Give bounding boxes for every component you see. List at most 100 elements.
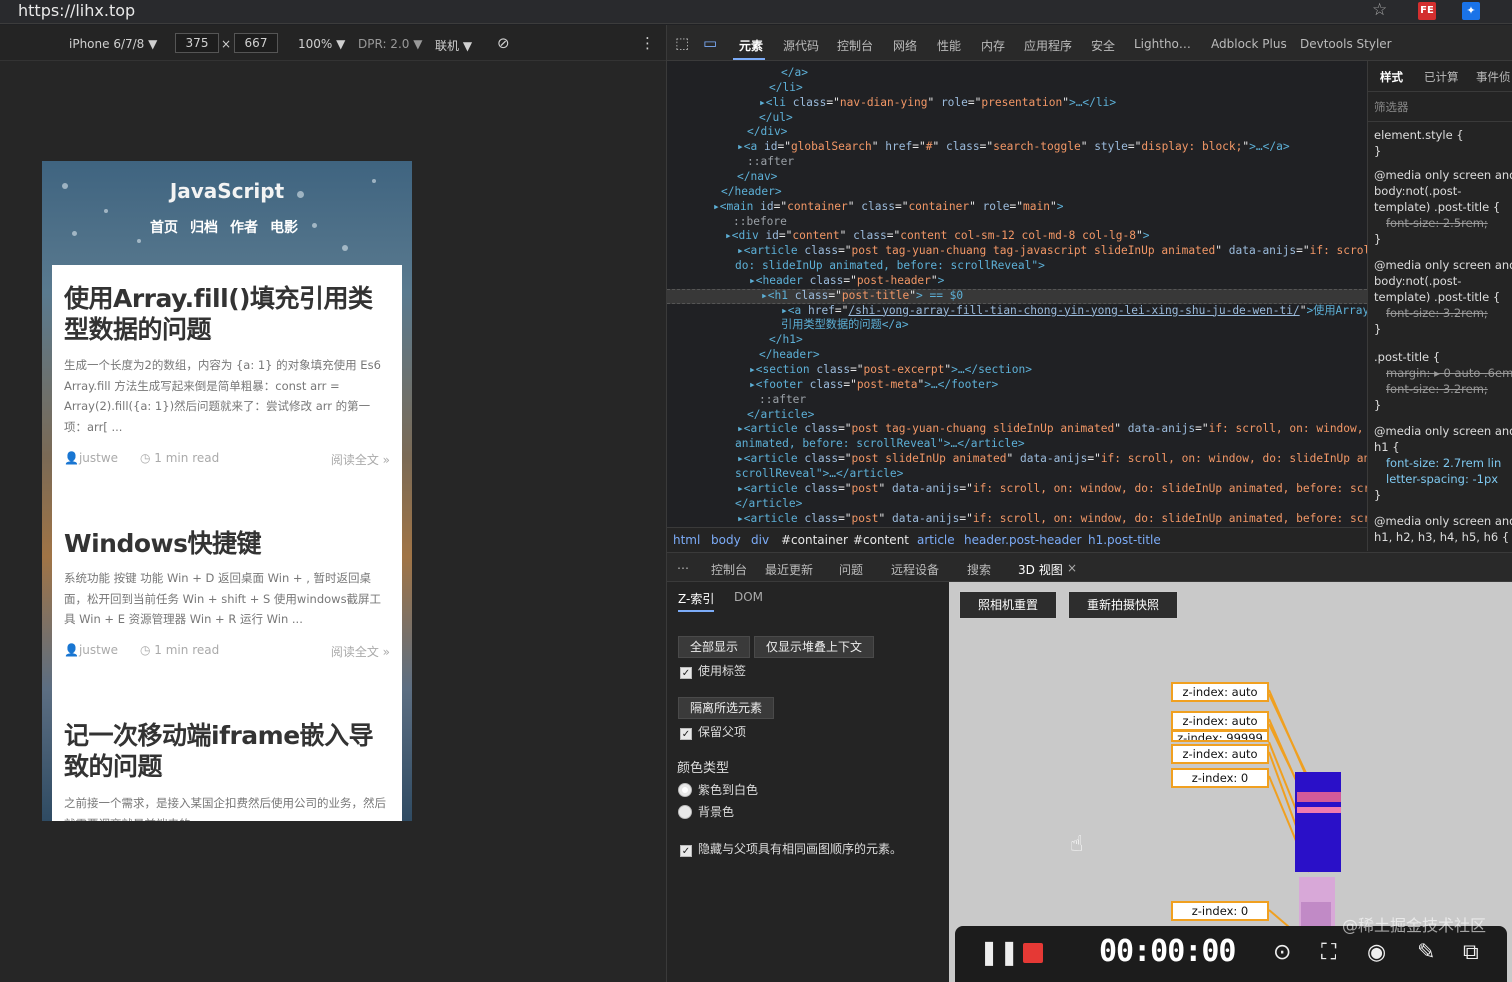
css-rule-line[interactable]: @media only screen and <box>1374 423 1512 439</box>
bookmark-star-icon[interactable]: ☆ <box>1372 0 1387 20</box>
post-title[interactable]: 记一次移动端iframe嵌入导致的问题 <box>64 720 394 782</box>
keep-parents-checkbox[interactable]: ✓ 保留父项 <box>680 723 746 740</box>
zoom-select[interactable]: 100% ▼ <box>298 37 345 51</box>
css-rule-line[interactable]: } <box>1374 397 1381 413</box>
dom-node-line[interactable]: ▸<div id="content" class="content col-sm… <box>725 228 1149 243</box>
nav-home[interactable]: 首页 <box>150 220 178 236</box>
dom-node-line[interactable]: ▸<article class="post" data-anijs="if: s… <box>737 481 1367 496</box>
css-rule-line[interactable]: h1 { <box>1374 439 1400 455</box>
nav-archive[interactable]: 归档 <box>190 220 218 236</box>
tab-security[interactable]: 安全 <box>1091 37 1115 54</box>
css-rule-line[interactable]: } <box>1374 143 1381 159</box>
dom-node-line[interactable]: </div> <box>747 124 787 139</box>
device-select[interactable]: iPhone 6/7/8 ▼ <box>69 37 157 51</box>
css-rule-line[interactable]: @media only screen and <box>1374 257 1512 273</box>
dom-node-line[interactable]: ▸<h1 class="post-title"> == $0 <box>761 288 963 303</box>
camera-icon[interactable]: ◉ <box>1367 940 1386 965</box>
tab-lighthouse[interactable]: Lightho… <box>1134 37 1191 51</box>
read-more-link[interactable]: 阅读全文 » <box>331 451 390 468</box>
subtab-dom[interactable]: DOM <box>734 590 763 604</box>
post-author[interactable]: justwe <box>79 643 118 657</box>
tab-sources[interactable]: 源代码 <box>783 37 819 54</box>
dom-node-line[interactable]: ▸<main id="container" class="container" … <box>713 199 1063 214</box>
css-rule-line[interactable]: body:not(.post- <box>1374 183 1461 199</box>
css-rule-line[interactable]: margin: ▸ 0 auto .6em <box>1386 365 1512 381</box>
subtab-z-index[interactable]: Z-索引 <box>678 590 715 612</box>
pause-icon[interactable]: ❚❚ <box>979 938 1019 966</box>
breadcrumb-item[interactable]: #content <box>853 533 909 547</box>
tab-elements[interactable]: 元素 <box>739 37 763 54</box>
dom-node-line[interactable]: </article> <box>735 496 802 511</box>
screenshot-region-icon[interactable]: ⊙ <box>1273 940 1291 965</box>
fe-extension-icon[interactable]: FE <box>1418 2 1436 20</box>
dom-node-line[interactable]: ::after <box>747 154 794 169</box>
breadcrumb-item[interactable]: body <box>711 533 741 547</box>
rotate-icon[interactable]: ⊘ <box>497 34 510 52</box>
drawer-tab-3d-view[interactable]: 3D 视图 <box>1018 561 1063 578</box>
dom-node-line[interactable]: ::before <box>733 214 787 229</box>
css-rule-line[interactable]: font-size: 2.7rem lin <box>1386 455 1501 471</box>
drawer-tab-whats-new[interactable]: 最近更新 <box>765 561 813 578</box>
dom-node-line[interactable]: </ul> <box>759 110 793 125</box>
tab-network[interactable]: 网络 <box>893 37 917 54</box>
dom-tree[interactable]: </a> </li> ▸<li class="nav-dian-ying" role… <box>667 61 1367 551</box>
fit-screen-icon[interactable]: ⛶ <box>1321 940 1336 965</box>
background-radio[interactable]: 背景色 <box>678 803 734 820</box>
css-rule-line[interactable]: } <box>1374 487 1381 503</box>
dom-node-line[interactable]: animated, before: scrollReveal">…</artic… <box>735 436 1025 451</box>
dom-node-line[interactable]: </header> <box>721 184 782 199</box>
dom-node-line[interactable]: </header> <box>759 347 820 362</box>
dom-node-line[interactable]: </h1> <box>769 332 803 347</box>
tab-console[interactable]: 控制台 <box>837 37 873 54</box>
dom-node-line[interactable]: </a> <box>781 65 808 80</box>
dom-node-line[interactable]: ▸<article class="post tag-yuan-chuang ta… <box>737 243 1367 258</box>
drawer-tab-search[interactable]: 搜索 <box>967 561 991 578</box>
dom-node-line[interactable]: ▸<article class="post tag-yuan-chuang sl… <box>737 421 1367 436</box>
styles-filter-input[interactable]: 筛选器 <box>1374 99 1409 115</box>
css-rule-line[interactable]: h1, h2, h3, h4, h5, h6 { <box>1374 529 1509 545</box>
dom-node-line[interactable]: ▸<a href="/shi-yong-array-fill-tian-chon… <box>781 303 1367 318</box>
dom-node-line[interactable]: ▸<article class="post" data-anijs="if: s… <box>737 511 1367 526</box>
css-rule-line[interactable]: } <box>1374 321 1381 337</box>
drawer-tab-console[interactable]: 控制台 <box>711 561 747 578</box>
css-rule-line[interactable]: font-size: 2.5rem; <box>1386 215 1488 231</box>
device-toggle-icon[interactable]: ▭ <box>703 34 717 52</box>
tab-styles[interactable]: 样式 <box>1380 69 1403 85</box>
dom-node-line[interactable]: ▸<li class="nav-dian-ying" role="present… <box>759 95 1116 110</box>
post-title[interactable]: 使用Array.fill()填充引用类型数据的问题 <box>64 283 394 345</box>
css-rule-line[interactable]: letter-spacing: -1px <box>1386 471 1498 487</box>
isolate-button[interactable]: 隔离所选元素 <box>678 697 775 719</box>
dom-node-line[interactable]: ▸<section class="post-excerpt">…</sectio… <box>749 362 1032 377</box>
dom-node-line[interactable]: ▸<footer class="post-meta">…</footer> <box>749 377 998 392</box>
css-rule-line[interactable]: body:not(.post- <box>1374 273 1461 289</box>
network-select[interactable]: 联机 ▼ <box>435 37 472 54</box>
breadcrumb-item[interactable]: div <box>751 533 769 547</box>
browser-address-bar[interactable]: https://lihx.top ☆ FE ✦ <box>0 0 1512 24</box>
breadcrumb-item[interactable]: #container <box>781 533 848 547</box>
purple-white-radio[interactable]: 紫色到白色 <box>678 781 758 798</box>
stop-record-icon[interactable] <box>1023 943 1043 963</box>
dom-node-line[interactable]: ▸<a id="globalSearch" href="#" class="se… <box>737 139 1290 154</box>
breadcrumb-item[interactable]: header.post-header <box>964 533 1082 547</box>
window-icon[interactable]: ⧉ <box>1463 940 1479 965</box>
only-stacking-button[interactable]: 仅显示堆叠上下文 <box>754 636 875 658</box>
drawer-tab-remote-devices[interactable]: 远程设备 <box>891 561 939 578</box>
dom-node-line[interactable]: 引用类型数据的问题</a> <box>781 317 909 332</box>
css-rule-line[interactable]: .post-title { <box>1374 349 1440 365</box>
close-tab-icon[interactable]: × <box>1067 561 1077 575</box>
css-rule-line[interactable]: @media only screen and <box>1374 167 1512 183</box>
dom-node-line[interactable]: </article> <box>747 407 814 422</box>
post-author[interactable]: justwe <box>79 451 118 465</box>
show-all-button[interactable]: 全部显示 <box>678 636 751 658</box>
css-rule-line[interactable]: template) .post-title { <box>1374 199 1500 215</box>
use-labels-checkbox[interactable]: ✓ 使用标签 <box>680 662 746 679</box>
read-more-link[interactable]: 阅读全文 » <box>331 643 390 660</box>
css-rule-line[interactable]: font-size: 3.2rem; <box>1386 305 1488 321</box>
tab-memory[interactable]: 内存 <box>981 37 1005 54</box>
site-brand[interactable]: JavaScript <box>42 179 412 203</box>
dpr-select[interactable]: DPR: 2.0 ▼ <box>358 37 422 51</box>
more-options-icon[interactable]: ⋮ <box>640 34 655 52</box>
breadcrumb-item[interactable]: h1.post-title <box>1088 533 1161 547</box>
tab-performance[interactable]: 性能 <box>937 37 961 54</box>
dom-node-line[interactable]: ::after <box>759 392 806 407</box>
